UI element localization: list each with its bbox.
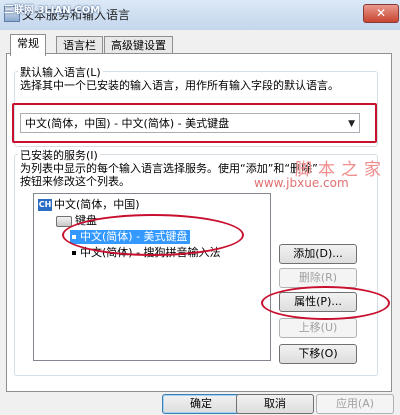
installed-services-description-1: 为列表中显示的每个输入语言选择服务。使用“添加”和“删除” — [20, 162, 318, 175]
properties-button[interactable]: 属性(P)... — [279, 292, 357, 312]
default-language-description: 选择其中一个已安装的输入语言，用作所有输入字段的默认语言。 — [20, 79, 339, 92]
tree-item-us-keyboard[interactable]: 中文(简体) - 美式键盘 — [70, 230, 190, 244]
installed-services-description-2: 按钮来修改这个列表。 — [20, 175, 130, 188]
tree-language-node[interactable]: CH 中文(简体，中国) — [38, 198, 140, 212]
remove-button[interactable]: 删除(R) — [279, 268, 357, 288]
tree-category-label: 键盘 — [75, 214, 97, 227]
language-ch-icon: CH — [38, 199, 52, 211]
tree-category-node[interactable]: 键盘 — [56, 214, 97, 228]
add-button[interactable]: 添加(D)... — [279, 244, 357, 264]
tab-general[interactable]: 常规 — [10, 34, 46, 56]
default-language-value: 中文(简体，中国) - 中文(简体) - 美式键盘 — [25, 117, 230, 130]
installed-services-label: 已安装的服务(I) — [18, 147, 100, 163]
services-tree[interactable]: CH 中文(简体，中国) 键盘 中文(简体) - 美式键盘 中文(简体) - 搜狗… — [33, 193, 271, 361]
close-icon: ✕ — [375, 6, 387, 20]
bullet-icon — [72, 235, 76, 239]
chevron-down-icon: ▼ — [348, 119, 355, 129]
watermark-url: www.jbxue.com — [254, 176, 349, 190]
keyboard-icon — [56, 215, 72, 227]
tree-item-label: 中文(简体) - 美式键盘 — [80, 230, 188, 243]
ok-button[interactable]: 确定 — [162, 394, 240, 414]
tree-item-label: 中文(简体) - 搜狗拼音输入法 — [80, 246, 221, 259]
apply-button[interactable]: 应用(A) — [316, 394, 394, 414]
bullet-icon — [72, 251, 76, 255]
watermark-top: 三联网 3LIAN.COM — [4, 5, 101, 16]
move-up-button[interactable]: 上移(U) — [279, 318, 357, 338]
move-down-button[interactable]: 下移(O) — [279, 344, 357, 364]
cancel-button[interactable]: 取消 — [236, 394, 314, 414]
tree-item-sogou[interactable]: 中文(简体) - 搜狗拼音输入法 — [72, 246, 221, 260]
default-language-select[interactable]: 中文(简体，中国) - 中文(简体) - 美式键盘 ▼ — [20, 113, 360, 133]
tree-language-label: 中文(简体，中国) — [54, 198, 140, 211]
title-bar: 文本服务和输入语言 三联网 3LIAN.COM ✕ — [0, 0, 400, 31]
default-language-label: 默认输入语言(L) — [18, 64, 103, 80]
close-button[interactable]: ✕ — [363, 4, 399, 23]
